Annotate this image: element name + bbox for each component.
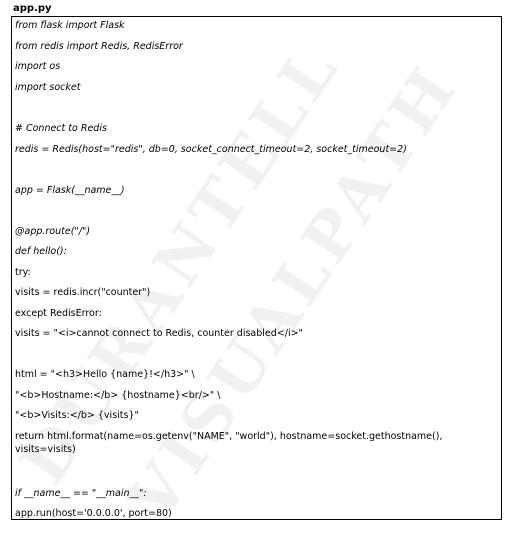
code-line-7: app = Flask(__name__) xyxy=(15,185,125,196)
code-line-18: if __name__ == "__main__": xyxy=(15,488,147,499)
code-line-10: try: xyxy=(15,267,31,278)
code-line-16: "<b>Visits:</b> {visits}" xyxy=(15,410,139,421)
code-line-13: visits = "<i>cannot connect to Redis, co… xyxy=(15,328,303,339)
code-line-1: from flask import Flask xyxy=(15,20,125,31)
code-line-5: # Connect to Redis xyxy=(15,123,107,134)
code-line-15: "<b>Hostname:</b> {hostname}<br/>" \ xyxy=(15,390,221,401)
code-line-6: redis = Redis(host="redis", db=0, socket… xyxy=(15,144,407,155)
code-line-3: import os xyxy=(15,61,61,72)
code-line-12: except RedisError: xyxy=(15,308,102,319)
code-line-14: html = "<h3>Hello {name}!</h3>" \ xyxy=(15,369,195,380)
code-line-2: from redis import Redis, RedisError xyxy=(15,41,183,52)
code-block: from flask import Flask from redis impor… xyxy=(11,16,502,520)
code-line-11: visits = redis.incr("counter") xyxy=(15,287,151,298)
code-line-9: def hello(): xyxy=(15,246,67,257)
code-line-8: @app.route("/") xyxy=(15,226,91,237)
code-line-19: app.run(host='0.0.0.0', port=80) xyxy=(15,508,172,519)
file-title: app.py xyxy=(13,3,52,14)
code-line-4: import socket xyxy=(15,82,81,93)
code-line-17: return html.format(name=os.getenv("NAME"… xyxy=(15,431,446,455)
